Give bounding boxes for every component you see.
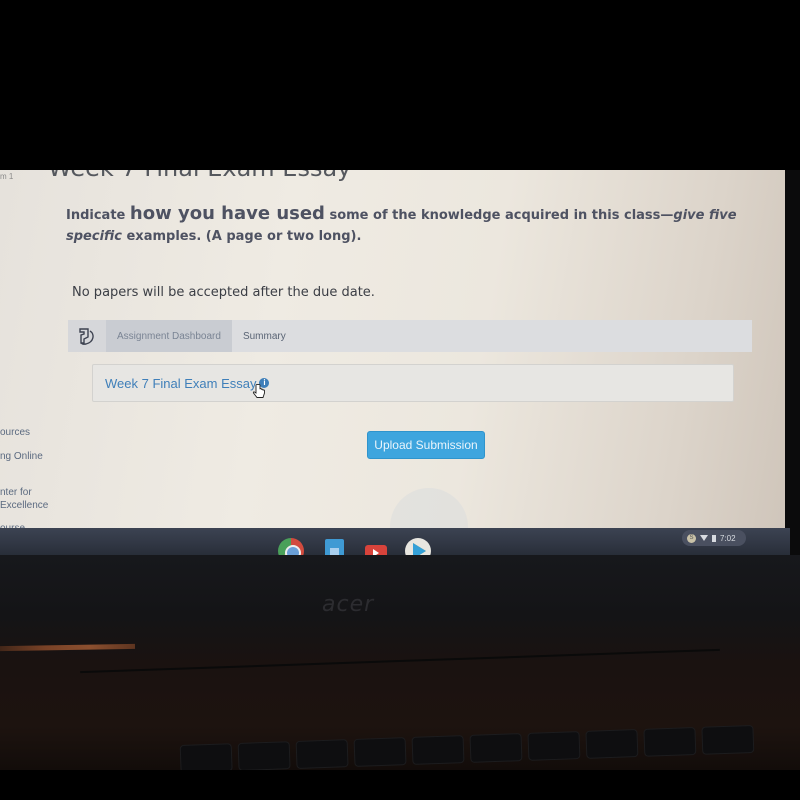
wifi-icon <box>700 535 708 541</box>
key <box>411 735 465 765</box>
page-title: Week 7 Final Exam Essay <box>48 170 351 182</box>
key <box>237 741 291 771</box>
key <box>585 729 639 759</box>
prompt-lead: Indicate <box>66 208 130 223</box>
photo-bottom-shadow <box>0 770 800 800</box>
nav-module-label: m 1 <box>0 172 14 181</box>
tab-assignment-dashboard[interactable]: Assignment Dashboard <box>106 320 232 352</box>
key <box>353 737 407 767</box>
screen-right-bezel <box>785 170 800 555</box>
assignment-card: Week 7 Final Exam Essay i <box>92 364 734 402</box>
battery-icon <box>712 534 716 542</box>
key <box>179 743 233 774</box>
screen-glare <box>390 488 468 528</box>
status-tray[interactable]: S 7:02 <box>682 530 746 546</box>
clock: 7:02 <box>720 533 736 543</box>
key <box>701 724 755 755</box>
key <box>527 731 581 761</box>
prompt-tail: examples. (A page or two long). <box>121 229 362 244</box>
assignment-tabs: Assignment Dashboard Summary <box>68 320 752 352</box>
key <box>295 739 349 769</box>
nav-item-center-for[interactable]: nter for <box>0 487 32 498</box>
hand-cursor-icon <box>252 384 265 398</box>
prompt-emphasis: how you have used <box>129 203 325 224</box>
upload-submission-button[interactable]: Upload Submission <box>367 431 485 459</box>
nav-item-resources[interactable]: ources <box>0 427 30 438</box>
brand-logo: acer <box>322 592 375 617</box>
turnitin-icon <box>79 328 94 345</box>
turnitin-logo <box>68 320 106 352</box>
key <box>469 733 523 763</box>
nav-item-learning-online[interactable]: ng Online <box>0 451 43 462</box>
nav-item-excellence[interactable]: Excellence <box>0 500 48 511</box>
tab-summary[interactable]: Summary <box>232 320 297 352</box>
user-avatar: S <box>687 533 696 543</box>
due-date-notice: No papers will be accepted after the due… <box>72 285 375 300</box>
prompt-middle: some of the knowledge acquired in this c… <box>324 208 674 223</box>
browser-screen: m 1 ources ng Online nter for Excellence… <box>0 170 790 528</box>
photo-top-bezel <box>0 0 800 170</box>
assignment-title-link[interactable]: Week 7 Final Exam Essay <box>105 376 256 391</box>
key <box>643 727 697 757</box>
left-course-nav: m 1 ources ng Online nter for Excellence… <box>0 170 60 528</box>
assignment-prompt: Indicate how you have used some of the k… <box>66 203 766 247</box>
